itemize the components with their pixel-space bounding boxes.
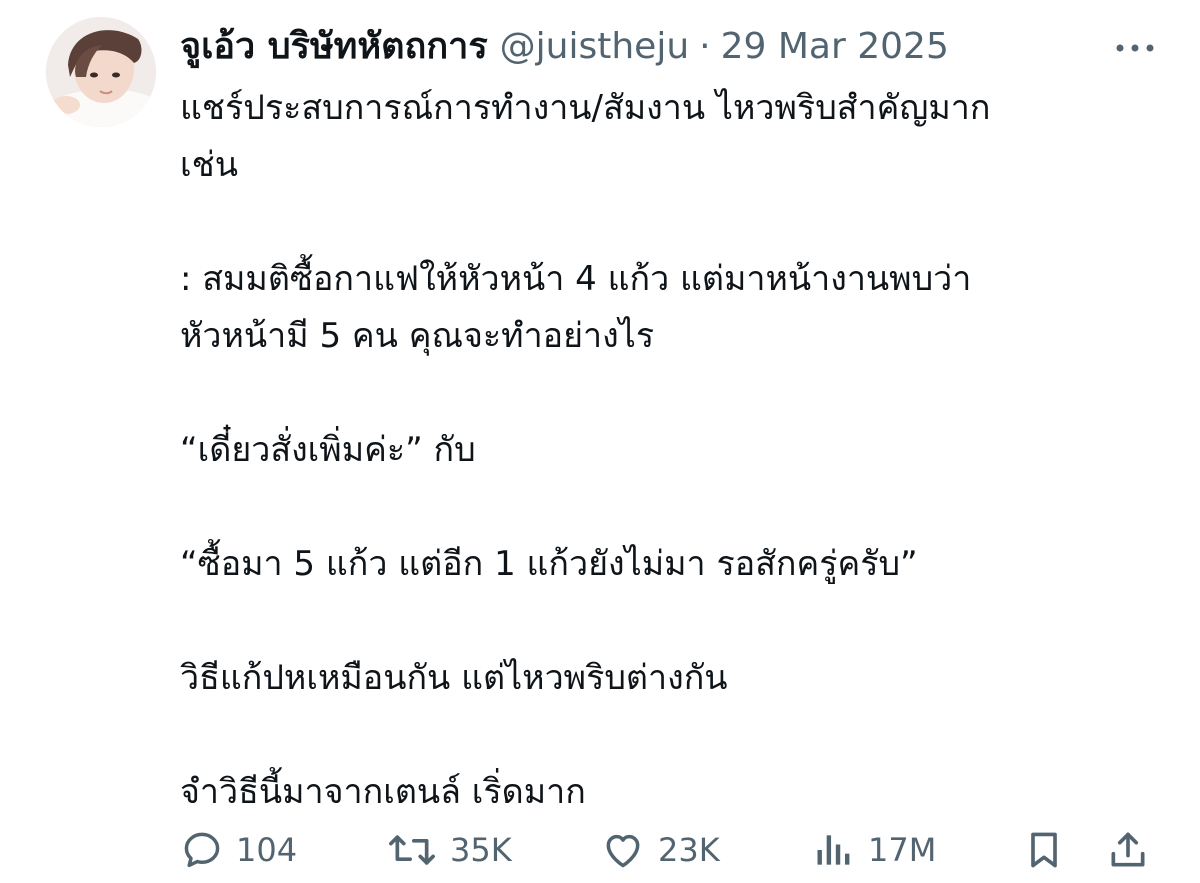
views-icon: [812, 828, 856, 872]
tweet-line: [180, 479, 1170, 536]
retweet-button[interactable]: 35K: [386, 828, 512, 872]
user-handle[interactable]: @juistheju: [500, 22, 689, 72]
tweet-line: : สมมติซื้อกาแฟให้หัวหน้า 4 แก้ว แต่มาหน…: [180, 259, 972, 299]
reply-icon: [180, 828, 224, 872]
heart-icon: [600, 828, 646, 872]
tweet-line: จำวิธีนี้มาจากเตนล์ เริ่ดมาก: [180, 772, 586, 812]
tweet-line: [180, 707, 1170, 764]
avatar[interactable]: [46, 17, 156, 127]
share-icon: [1106, 828, 1150, 872]
tweet: จูเอ้ว บริษัทหัตถการ @juistheju · 29 Mar…: [0, 0, 1200, 883]
tweet-line: “เดี๋ยวสั่งเพิ่มค่ะ” กับ: [180, 430, 476, 470]
tweet-line: “ซื้อมา 5 แก้ว แต่อีก 1 แก้วยังไม่มา รอส…: [180, 544, 918, 584]
views-count: 17M: [868, 831, 937, 869]
tweet-date[interactable]: 29 Mar 2025: [721, 22, 949, 72]
views-button[interactable]: 17M: [812, 828, 936, 872]
like-count: 23K: [658, 831, 720, 869]
bookmark-icon: [1022, 828, 1066, 872]
reply-count: 104: [236, 831, 298, 869]
tweet-line: หัวหน้ามี 5 คน คุณจะทำอย่างไร: [180, 316, 655, 356]
tweet-header: จูเอ้ว บริษัทหัตถการ @juistheju · 29 Mar…: [180, 22, 949, 72]
like-button[interactable]: 23K: [600, 828, 720, 872]
more-button[interactable]: [1110, 30, 1160, 66]
tweet-line: วิธีแก้ปหเหมือนกัน แต่ไหวพริบต่างกัน: [180, 658, 728, 698]
share-button[interactable]: [1106, 828, 1150, 872]
tweet-line: [180, 365, 1170, 422]
tweet-line: [180, 194, 1170, 251]
action-bar: 104 35K 23K 17M: [0, 820, 1200, 880]
tweet-text: แชร์ประสบการณ์การทำงาน/สัมงาน ไหวพริบสำค…: [180, 80, 1170, 821]
separator-dot: ·: [699, 26, 711, 67]
reply-button[interactable]: 104: [180, 828, 297, 872]
retweet-icon: [386, 828, 438, 872]
bookmark-button[interactable]: [1022, 828, 1066, 872]
tweet-line: [180, 593, 1170, 650]
retweet-count: 35K: [450, 831, 512, 869]
more-icon: [1115, 39, 1155, 58]
display-name[interactable]: จูเอ้ว บริษัทหัตถการ: [180, 22, 488, 72]
tweet-line: แชร์ประสบการณ์การทำงาน/สัมงาน ไหวพริบสำค…: [180, 88, 991, 128]
tweet-line: เช่น: [180, 145, 238, 185]
